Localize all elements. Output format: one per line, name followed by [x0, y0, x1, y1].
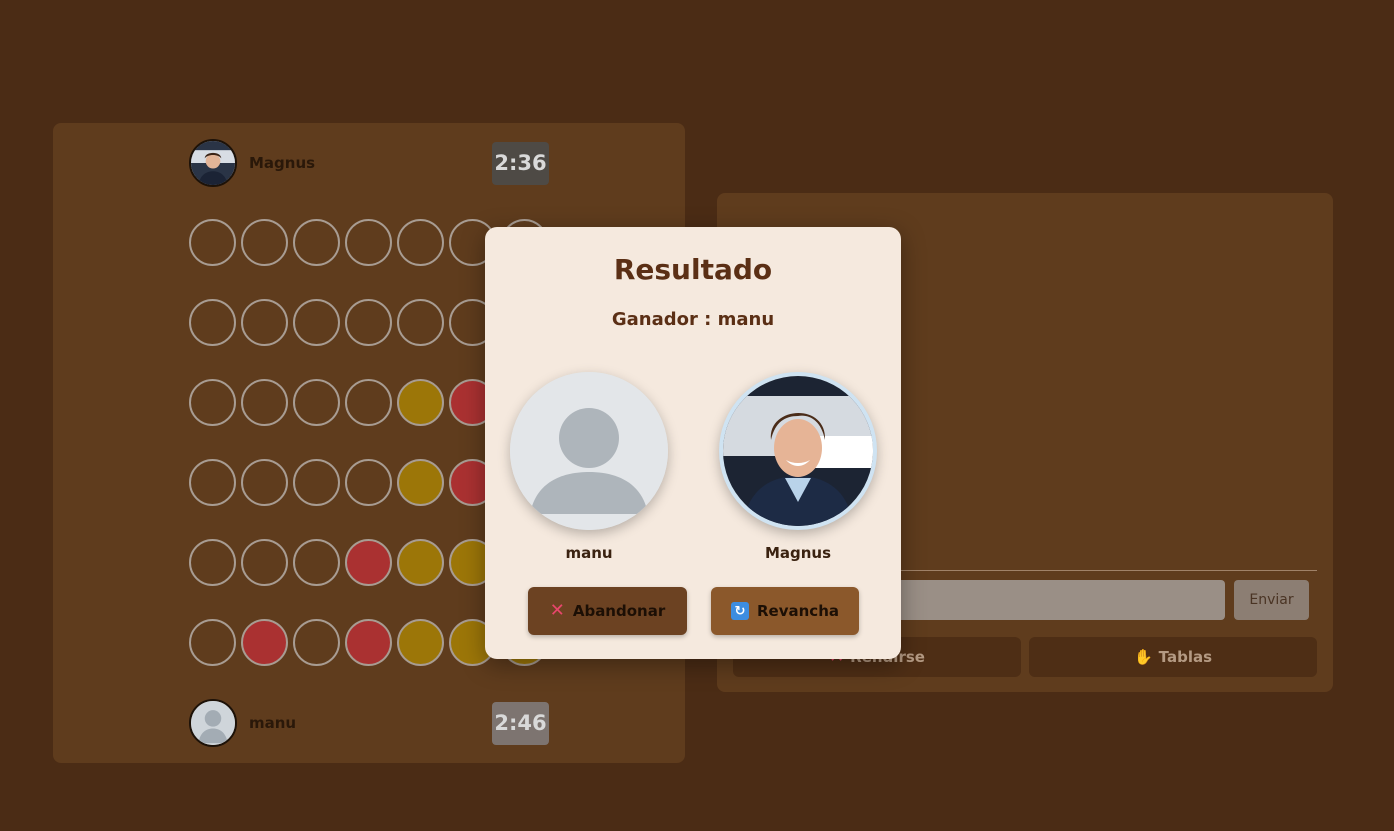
board-cell-empty[interactable]: [293, 379, 340, 426]
refresh-icon: ↻: [731, 602, 749, 620]
board-cell-empty[interactable]: [293, 219, 340, 266]
board-cell-empty[interactable]: [345, 459, 392, 506]
result-player-right: Magnus: [718, 372, 878, 562]
player-avatar: [189, 699, 237, 747]
result-player-left: manu: [509, 372, 669, 562]
opponent-clock: 2:36: [492, 141, 549, 185]
x-icon: ✕: [549, 600, 565, 621]
game-screen: Magnus 2:36 manu 2:46 Enviar ✕ Rendirse: [0, 0, 1394, 831]
handshake-icon: ✋: [1133, 648, 1153, 666]
board-cell-empty[interactable]: [241, 299, 288, 346]
board-cell-yellow[interactable]: [397, 459, 444, 506]
rematch-label: Revancha: [757, 602, 839, 620]
modal-title: Resultado: [613, 253, 773, 286]
result-name-left: manu: [565, 544, 613, 562]
board-cell-empty[interactable]: [241, 219, 288, 266]
board-cell-empty[interactable]: [241, 459, 288, 506]
result-modal: Resultado Ganador : manu manu Magnus ✕ A…: [485, 227, 901, 659]
opponent-avatar: [189, 139, 237, 187]
board-cell-empty[interactable]: [293, 619, 340, 666]
board-cell-empty[interactable]: [345, 299, 392, 346]
board-cell-empty[interactable]: [293, 539, 340, 586]
abandon-button[interactable]: ✕ Abandonar: [528, 587, 687, 635]
board-cell-empty[interactable]: [241, 539, 288, 586]
board-cell-empty[interactable]: [189, 299, 236, 346]
opponent-name: Magnus: [249, 154, 316, 172]
board-cell-yellow[interactable]: [397, 619, 444, 666]
result-name-right: Magnus: [764, 544, 832, 562]
board-cell-empty[interactable]: [189, 619, 236, 666]
opponent-row: Magnus 2:36: [189, 139, 549, 187]
board-cell-empty[interactable]: [189, 219, 236, 266]
player-clock: 2:46: [492, 701, 549, 745]
board-cell-yellow[interactable]: [397, 379, 444, 426]
player-name: manu: [249, 714, 297, 732]
draw-button[interactable]: ✋ Tablas: [1029, 637, 1317, 677]
board-cell-empty[interactable]: [189, 379, 236, 426]
default-avatar: [510, 372, 668, 530]
board-cell-empty[interactable]: [397, 299, 444, 346]
player-row: manu 2:46: [189, 699, 549, 747]
send-button[interactable]: Enviar: [1234, 580, 1309, 620]
board-cell-red[interactable]: [241, 619, 288, 666]
board-cell-empty[interactable]: [397, 219, 444, 266]
board-cell-yellow[interactable]: [397, 539, 444, 586]
draw-label: Tablas: [1158, 648, 1213, 666]
rematch-button[interactable]: ↻ Revancha: [711, 587, 859, 635]
opponent-photo: [719, 372, 877, 530]
winner-text: Ganador : manu: [611, 309, 775, 330]
board-cell-empty[interactable]: [345, 379, 392, 426]
board-cell-red[interactable]: [345, 539, 392, 586]
board-cell-red[interactable]: [345, 619, 392, 666]
board-cell-empty[interactable]: [293, 299, 340, 346]
board-cell-empty[interactable]: [345, 219, 392, 266]
board-cell-empty[interactable]: [293, 459, 340, 506]
board-cell-empty[interactable]: [241, 379, 288, 426]
board-cell-empty[interactable]: [189, 459, 236, 506]
board-cell-empty[interactable]: [189, 539, 236, 586]
abandon-label: Abandonar: [572, 602, 666, 620]
